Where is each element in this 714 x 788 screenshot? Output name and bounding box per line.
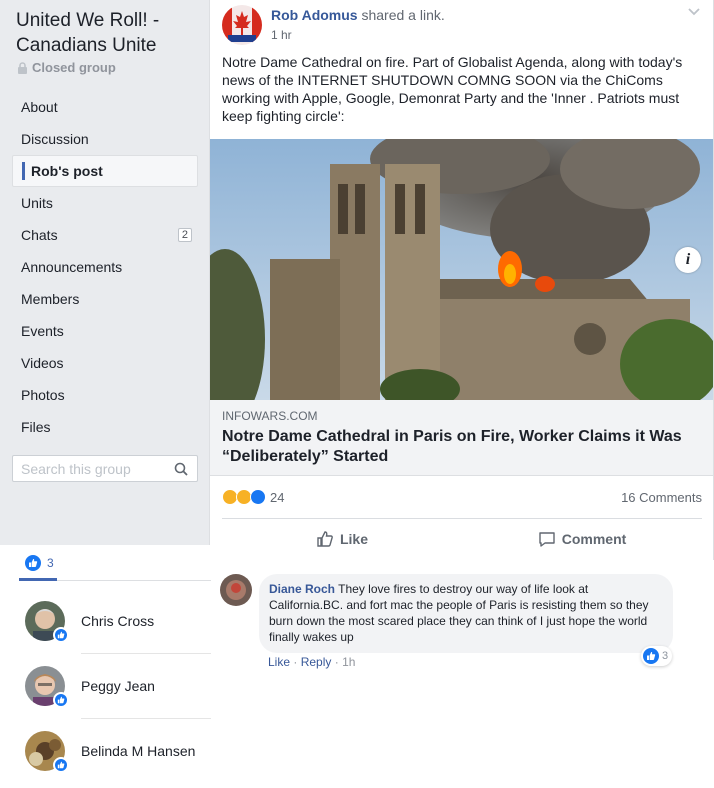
sidebar-item-label: Discussion	[21, 131, 89, 147]
sidebar-item-label: Files	[21, 419, 51, 435]
commenter-avatar[interactable]	[220, 574, 252, 606]
reactor-name[interactable]: Chris Cross	[81, 613, 154, 629]
post-card: Rob Adomus shared a link. 1 hr Notre Dam…	[209, 0, 714, 560]
reactor-name[interactable]: Peggy Jean	[81, 678, 155, 694]
sidebar-item-label: Members	[21, 291, 80, 307]
group-sidebar: United We Roll! - Canadians Unite Closed…	[0, 0, 210, 545]
reactor-row[interactable]: Peggy Jean	[25, 654, 211, 718]
separator-dot: ·	[293, 655, 301, 669]
reactions-summary[interactable]: 24 16 Comments	[222, 487, 702, 507]
like-button[interactable]: Like	[222, 519, 462, 558]
comment-button-label: Comment	[561, 530, 627, 547]
like-reaction-icon	[250, 489, 266, 505]
thumbs-up-icon	[317, 530, 333, 547]
post-action-text: shared a link.	[361, 7, 445, 23]
search-input[interactable]	[21, 460, 171, 477]
comment-timestamp[interactable]: 1h	[342, 655, 355, 669]
like-reaction-icon	[643, 648, 659, 664]
sidebar-item-units[interactable]: Units	[12, 187, 198, 219]
like-badge-icon	[53, 627, 69, 643]
reactor-avatar[interactable]	[25, 731, 69, 773]
cathedral-fire-photo	[210, 139, 713, 400]
comment-reaction-count[interactable]: 3	[641, 646, 673, 666]
sidebar-item-videos[interactable]: Videos	[12, 347, 198, 379]
chats-count-badge: 2	[177, 228, 192, 242]
link-preview[interactable]: INFOWARS.COM Notre Dame Cathedral in Par…	[210, 400, 713, 476]
like-button-label: Like	[339, 530, 368, 547]
comments-count[interactable]: 16 Comments	[621, 490, 702, 505]
post-action-bar: Like Comment	[222, 518, 702, 558]
group-privacy: Closed group	[17, 60, 116, 75]
sidebar-item-label: Units	[21, 195, 53, 211]
sidebar-item-robs-post[interactable]: Rob's post	[12, 155, 198, 187]
info-icon[interactable]: i	[675, 247, 701, 273]
reaction-icons	[222, 489, 266, 505]
like-reaction-icon	[25, 554, 41, 571]
comment-author-name[interactable]: Diane Roch	[269, 582, 335, 596]
sidebar-item-label: About	[21, 99, 58, 115]
sidebar-item-files[interactable]: Files	[12, 411, 198, 443]
lock-icon	[18, 61, 27, 74]
sidebar-item-label: Videos	[21, 355, 64, 371]
like-badge-icon	[53, 757, 69, 773]
link-title[interactable]: Notre Dame Cathedral in Paris on Fire, W…	[222, 427, 702, 467]
sidebar-item-about[interactable]: About	[12, 91, 198, 123]
reactions-count[interactable]: 24	[270, 490, 284, 505]
group-title[interactable]: United We Roll! - Canadians Unite	[16, 8, 201, 58]
group-privacy-label: Closed group	[32, 60, 116, 75]
sidebar-item-photos[interactable]: Photos	[12, 379, 198, 411]
sidebar-item-chats[interactable]: Chats 2	[12, 219, 198, 251]
comment-actions: Like · Reply · 1h	[268, 655, 355, 669]
reactor-row[interactable]: Chris Cross	[25, 589, 211, 653]
comment-bubble: Diane Roch They love fires to destroy ou…	[259, 574, 673, 653]
tab-like-reactions[interactable]: 3	[19, 545, 211, 581]
reaction-tab-count: 3	[47, 555, 54, 570]
sidebar-item-events[interactable]: Events	[12, 315, 198, 347]
comment-icon	[539, 531, 555, 547]
comment-reply-link[interactable]: Reply	[301, 655, 332, 669]
sidebar-item-label: Events	[21, 323, 64, 339]
like-badge-icon	[53, 692, 69, 708]
sidebar-item-label: Rob's post	[31, 163, 103, 179]
comment-button[interactable]: Comment	[462, 519, 702, 558]
link-domain: INFOWARS.COM	[222, 409, 318, 423]
post-author-line: Rob Adomus shared a link.	[271, 7, 445, 23]
group-search	[12, 455, 198, 482]
search-icon[interactable]	[174, 462, 188, 476]
commenter-photo	[220, 574, 252, 606]
post-timestamp[interactable]: 1 hr	[271, 28, 292, 42]
separator-dot: ·	[334, 655, 343, 669]
sidebar-item-discussion[interactable]: Discussion	[12, 123, 198, 155]
reactor-row[interactable]: Belinda M Hansen	[25, 719, 211, 783]
reactor-avatar[interactable]	[25, 601, 69, 643]
post-body-text: Notre Dame Cathedral on fire. Part of Gl…	[222, 54, 683, 124]
reactor-avatar[interactable]	[25, 666, 69, 708]
reactions-popup: 3 Chris Cross Peggy Jean Belinda M Hanse…	[19, 545, 211, 788]
link-preview-image[interactable]	[210, 139, 713, 400]
sidebar-item-members[interactable]: Members	[12, 283, 198, 315]
group-nav: About Discussion Rob's post Units Chats …	[12, 91, 198, 443]
comment-like-link[interactable]: Like	[268, 655, 290, 669]
comment-reaction-number: 3	[662, 650, 669, 662]
sidebar-item-label: Chats	[21, 227, 58, 243]
reactor-name[interactable]: Belinda M Hansen	[81, 743, 195, 759]
canada-flag-avatar-icon	[222, 5, 262, 45]
sidebar-item-label: Photos	[21, 387, 65, 403]
chevron-down-icon[interactable]	[687, 7, 701, 17]
author-avatar[interactable]	[222, 5, 262, 45]
post-author-name[interactable]: Rob Adomus	[271, 7, 358, 23]
sidebar-item-label: Announcements	[21, 259, 123, 275]
sidebar-item-announcements[interactable]: Announcements	[12, 251, 198, 283]
